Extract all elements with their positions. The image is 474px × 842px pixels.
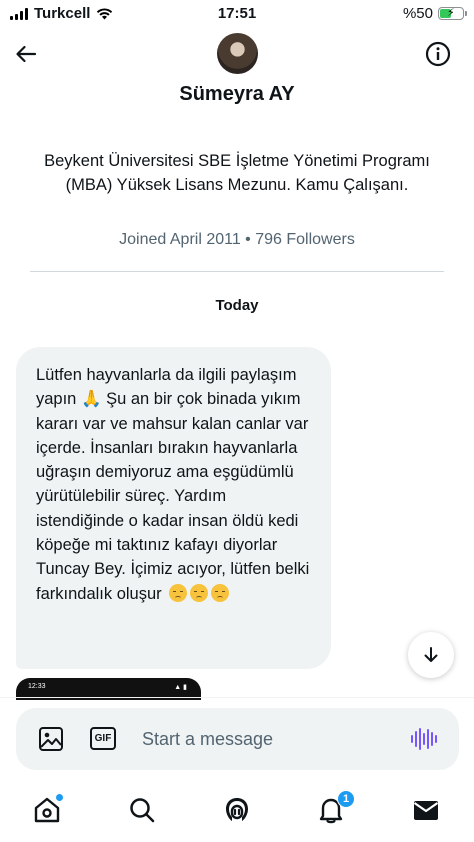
day-separator: Today [215, 297, 259, 314]
profile-name[interactable]: Sümeyra AY [0, 83, 474, 106]
nav-notifications[interactable]: 1 [315, 790, 355, 826]
pensive-face-icon [211, 583, 230, 602]
pensive-face-icon [190, 583, 209, 602]
message-bubble[interactable]: Lütfen hayvanlarla da ilgili paylaşım ya… [16, 347, 331, 669]
avatar[interactable] [217, 33, 258, 74]
conversation-info-button[interactable] [424, 40, 452, 68]
image-icon [39, 727, 63, 751]
composer-divider [0, 697, 474, 698]
battery-percent: %50 [402, 5, 433, 22]
spaces-icon [226, 798, 248, 821]
pensive-face-icon [169, 583, 188, 602]
charging-bolt-icon: ⚡ [447, 7, 455, 19]
nav-home[interactable] [31, 794, 63, 826]
battery-icon: ⚡ [438, 7, 467, 20]
mail-icon [413, 801, 439, 820]
back-button[interactable] [12, 40, 40, 68]
voice-icon [411, 735, 413, 743]
home-unread-dot [56, 794, 63, 801]
bottom-nav: 1 [0, 780, 474, 842]
search-icon [130, 798, 155, 823]
voice-message-button[interactable] [411, 727, 437, 751]
chevron-down-icon [424, 647, 438, 662]
folded-hands-icon: 🙏 [80, 390, 102, 409]
add-photo-button[interactable] [38, 726, 64, 752]
back-arrow-icon [16, 45, 37, 63]
nav-spaces[interactable] [221, 794, 253, 826]
divider [30, 271, 444, 272]
add-gif-button[interactable]: GIF [90, 727, 116, 750]
info-icon [425, 41, 451, 67]
scroll-to-bottom-button[interactable] [408, 632, 454, 678]
notifications-badge: 1 [337, 790, 355, 808]
nav-messages[interactable] [410, 794, 442, 826]
media-status-icons: ▲ ▮ [174, 684, 187, 691]
profile-bio: Beykent Üniversitesi SBE İşletme Yönetim… [44, 152, 430, 194]
media-preview-time: 12:33 [28, 683, 46, 690]
profile-meta: Joined April 2011 • 796 Followers [119, 231, 355, 248]
nav-search[interactable] [126, 794, 158, 826]
status-right: %50 ⚡ [402, 5, 467, 22]
gif-icon: GIF [94, 733, 112, 744]
message-input[interactable] [142, 722, 382, 756]
message-composer: GIF [16, 708, 459, 770]
message-text-part2: Şu an bir çok binada yıkım kararı var ve… [36, 390, 310, 603]
status-bar: Turkcell 17:51 %50 ⚡ [0, 0, 474, 28]
